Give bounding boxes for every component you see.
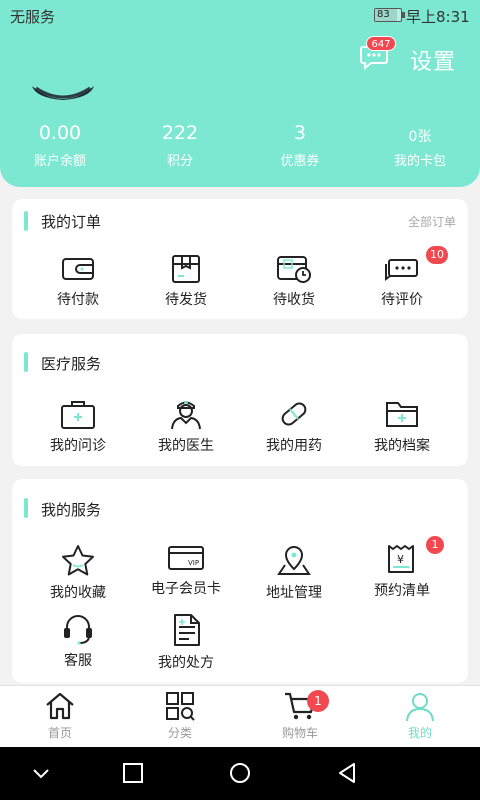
back-icon[interactable] xyxy=(336,761,358,785)
tab-cart[interactable]: 1 购物车 xyxy=(240,690,360,741)
service-item-address[interactable]: 地址管理 xyxy=(244,543,344,602)
review-count-badge: 10 xyxy=(426,246,448,264)
medical-item-doctor[interactable]: 我的医生 xyxy=(136,398,236,455)
medical-card: 医疗服务 我的问诊 我的医生 我的用药 我的档案 xyxy=(12,334,468,466)
item-label: 我的医生 xyxy=(158,438,214,454)
item-label: 预约清单 xyxy=(374,583,430,599)
home-icon xyxy=(46,692,74,720)
item-label: 我的档案 xyxy=(374,438,430,454)
review-icon xyxy=(385,259,418,281)
stat-points[interactable]: 222 积分 xyxy=(120,122,240,169)
medical-kit-icon xyxy=(61,401,95,429)
medical-title: 医疗服务 xyxy=(41,355,102,373)
services-title: 我的服务 xyxy=(41,501,102,519)
item-label: 我的用药 xyxy=(266,438,322,454)
tab-label: 购物车 xyxy=(281,726,318,740)
item-label: 地址管理 xyxy=(266,585,322,601)
home-button-icon[interactable] xyxy=(228,761,252,785)
stat-cards[interactable]: 0张 我的卡包 xyxy=(360,122,480,169)
service-item-favorites[interactable]: 我的收藏 xyxy=(28,543,128,602)
battery-level: 83 xyxy=(377,9,390,20)
prescription-icon xyxy=(174,614,200,646)
title-accent-bar xyxy=(24,352,28,372)
stat-value: 3 xyxy=(293,122,307,144)
stat-balance[interactable]: 0.00 账户余额 xyxy=(0,122,120,169)
item-label: 客服 xyxy=(64,653,92,669)
package-icon xyxy=(172,255,200,283)
item-label: 待发货 xyxy=(165,292,207,308)
tab-label: 分类 xyxy=(167,726,192,740)
settings-button[interactable]: 设置 xyxy=(410,44,456,76)
chevron-down-icon[interactable] xyxy=(30,761,52,785)
tab-category[interactable]: 分类 xyxy=(120,690,240,741)
avatar[interactable] xyxy=(30,20,96,100)
orders-card: 我的订单 全部订单 待付款 待发货 待收货 待评价 10 xyxy=(12,199,468,319)
stat-label: 优惠券 xyxy=(280,154,320,169)
title-accent-bar xyxy=(24,498,28,518)
item-label: 我的问诊 xyxy=(50,438,106,454)
service-item-vip-card[interactable]: VIP 电子会员卡 xyxy=(136,543,236,598)
item-label: 我的收藏 xyxy=(50,585,106,601)
delivery-clock-icon xyxy=(277,256,311,283)
vip-text: VIP xyxy=(188,559,199,567)
title-accent-bar xyxy=(24,211,28,231)
tab-mine[interactable]: 我的 xyxy=(360,690,480,741)
orders-title: 我的订单 xyxy=(41,213,102,231)
medical-item-consultation[interactable]: 我的问诊 xyxy=(28,398,128,455)
item-label: 待收货 xyxy=(273,292,315,308)
folder-icon xyxy=(386,402,418,427)
system-navigation-bar xyxy=(0,747,480,800)
service-item-customer-service[interactable]: 客服 xyxy=(28,613,128,670)
medical-item-records[interactable]: 我的档案 xyxy=(352,398,452,455)
stat-value: 0张 xyxy=(408,129,432,145)
cart-count-badge: 1 xyxy=(307,690,329,712)
item-label: 待评价 xyxy=(381,292,423,308)
service-item-prescription[interactable]: 我的处方 xyxy=(136,613,236,672)
pill-icon xyxy=(281,402,307,426)
stat-label: 积分 xyxy=(166,154,193,169)
tab-label: 我的 xyxy=(407,726,432,740)
stat-coupons[interactable]: 3 优惠券 xyxy=(240,122,360,169)
appointment-count-badge: 1 xyxy=(426,536,444,554)
recent-apps-icon[interactable] xyxy=(122,761,144,785)
item-label: 电子会员卡 xyxy=(151,581,221,597)
receipt-icon: ¥ xyxy=(388,545,414,573)
star-icon xyxy=(62,545,94,576)
currency-text: ¥ xyxy=(397,553,404,566)
vip-card-icon: VIP xyxy=(168,546,204,570)
wallet-icon xyxy=(62,258,94,280)
user-icon xyxy=(406,693,434,722)
doctor-icon xyxy=(171,401,201,430)
category-icon xyxy=(166,692,195,721)
stat-value: 0.00 xyxy=(38,122,82,144)
headset-icon xyxy=(64,615,92,645)
item-label: 待付款 xyxy=(57,292,99,308)
tab-home[interactable]: 首页 xyxy=(0,690,120,741)
battery-indicator: 83 xyxy=(374,8,405,22)
services-card: 我的服务 我的收藏 VIP 电子会员卡 地址管理 ¥ 预约清单 1 客服 我的处… xyxy=(12,479,468,683)
location-icon xyxy=(277,545,311,575)
medical-item-medication[interactable]: 我的用药 xyxy=(244,398,344,455)
order-item-pending-payment[interactable]: 待付款 xyxy=(28,254,128,309)
message-badge: 647 xyxy=(366,36,396,51)
order-item-pending-receipt[interactable]: 待收货 xyxy=(244,254,344,309)
order-item-pending-shipment[interactable]: 待发货 xyxy=(136,254,236,309)
tab-label: 首页 xyxy=(47,726,72,740)
item-label: 我的处方 xyxy=(158,655,214,671)
all-orders-link[interactable]: 全部订单 xyxy=(408,213,456,230)
status-time: 早上8:31 xyxy=(406,8,470,26)
bottom-tab-bar: 首页 分类 1 购物车 我的 xyxy=(0,685,480,747)
stat-label: 账户余额 xyxy=(33,154,86,169)
profile-header: 无服务 83 早上8:31 647 设置 0.00 账户余额 222 积分 3 … xyxy=(0,0,480,187)
stat-value: 222 xyxy=(161,122,199,144)
account-stats: 0.00 账户余额 222 积分 3 优惠券 0张 我的卡包 xyxy=(0,122,480,172)
stat-label: 我的卡包 xyxy=(393,154,446,169)
